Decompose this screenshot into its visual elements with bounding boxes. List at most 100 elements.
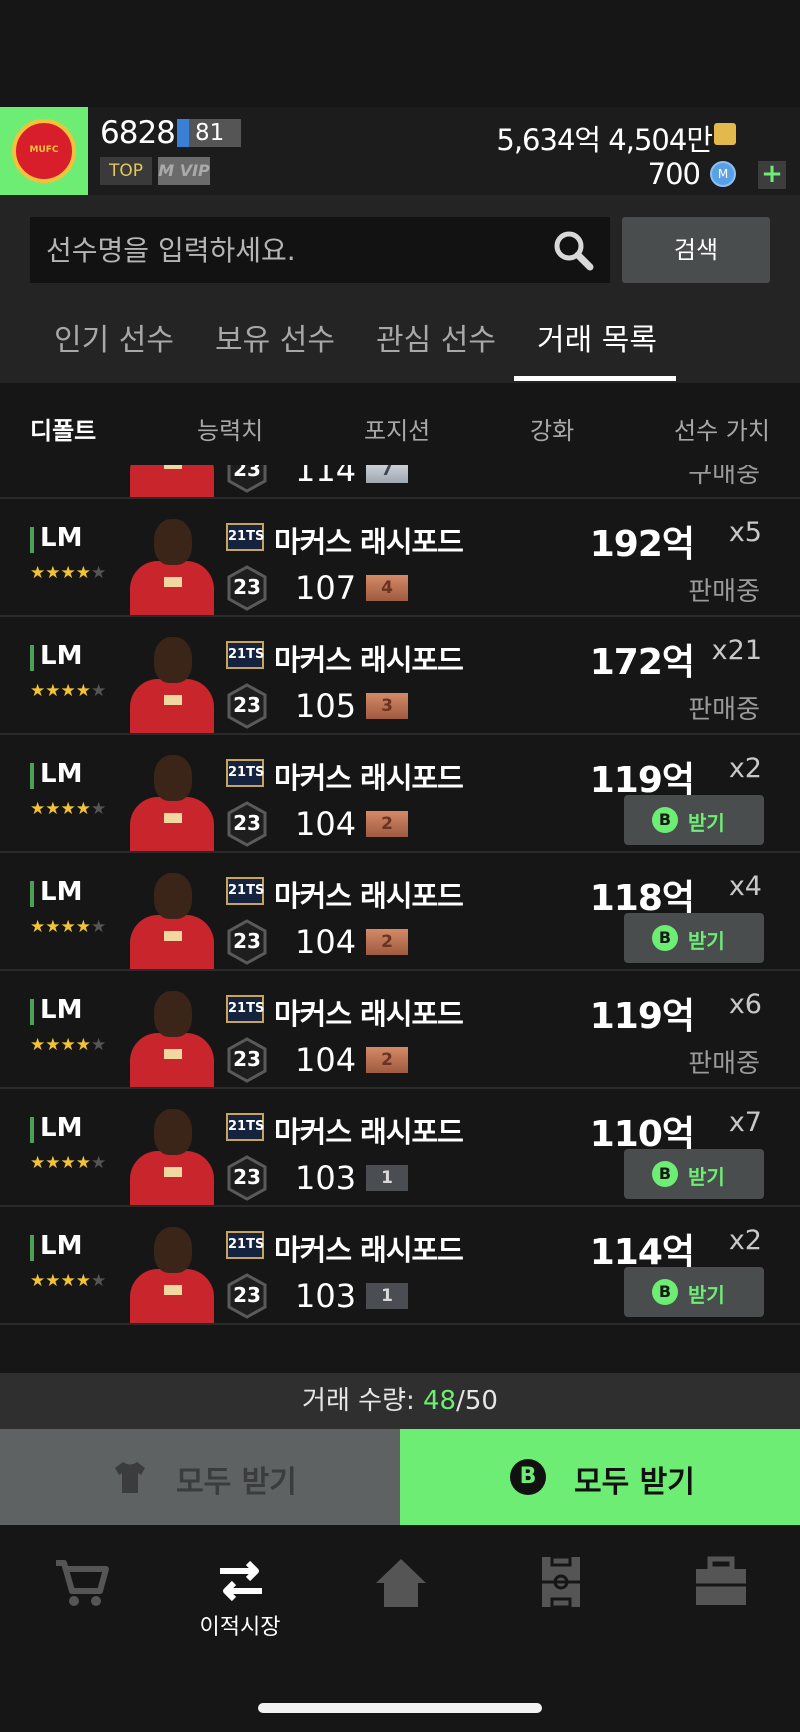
sort-default[interactable]: 디폴트 xyxy=(30,411,96,446)
player-shirt xyxy=(130,465,214,497)
trade-list: LM ★★★★★ 21TS 마커스 래시포드 23 114 7 5,440억 x… xyxy=(0,465,800,1373)
player-portrait xyxy=(128,465,216,497)
nav-club[interactable] xyxy=(670,1553,770,1643)
tab-owned-players[interactable]: 보유 선수 xyxy=(215,315,335,359)
player-portrait xyxy=(128,1105,216,1205)
position-color-bar xyxy=(30,763,34,789)
player-ovr: 103 xyxy=(295,1159,357,1197)
player-shirt xyxy=(130,1151,214,1205)
enhance-grade-badge: 1 xyxy=(366,1165,408,1191)
search-button[interactable]: 검색 xyxy=(622,217,770,283)
trade-price: 192억 xyxy=(589,524,695,565)
bottom-nav: 이적시장 xyxy=(0,1525,800,1732)
trade-price: 172억 xyxy=(589,642,695,683)
nav-squad[interactable] xyxy=(510,1553,610,1643)
player-portrait xyxy=(128,1223,216,1323)
top-tag: TOP xyxy=(100,157,152,185)
status-bar xyxy=(0,0,800,107)
level-value: 81 xyxy=(195,120,225,146)
trade-row[interactable]: LM ★★★★★ 21TS 마커스 래시포드 23 104 2 118억 x4 … xyxy=(0,853,800,971)
bp-icon: B xyxy=(652,1161,678,1187)
skill-stars: ★★★★★ xyxy=(30,799,107,819)
position-label: LM xyxy=(40,1113,83,1143)
receive-button[interactable]: B 받기 xyxy=(624,913,764,963)
position-color-bar xyxy=(30,1235,34,1261)
position-color-bar xyxy=(30,881,34,907)
receive-button[interactable]: B 받기 xyxy=(624,1267,764,1317)
receive-all-players-button[interactable]: 모두 받기 xyxy=(0,1429,400,1525)
position-label: LM xyxy=(40,759,83,789)
sort-player-value[interactable]: 선수 가치 xyxy=(674,411,770,446)
trade-status: 구매중 xyxy=(688,465,760,489)
receive-all-bp-button[interactable]: B 모두 받기 xyxy=(400,1429,800,1525)
trade-status: 판매중 xyxy=(688,695,760,725)
trade-row[interactable]: LM ★★★★★ 21TS 마커스 래시포드 23 104 2 119억 x6 … xyxy=(0,971,800,1089)
trade-row[interactable]: LM ★★★★★ 21TS 마커스 래시포드 23 103 1 110억 x7 … xyxy=(0,1089,800,1207)
position-color-bar xyxy=(30,999,34,1025)
season-badge: 21TS xyxy=(226,641,264,669)
shirt-sponsor xyxy=(164,465,182,469)
sort-ovr[interactable]: 능력치 xyxy=(197,411,263,446)
tab-trade-list[interactable]: 거래 목록 xyxy=(537,315,657,359)
bp-icon: B xyxy=(652,1279,678,1305)
shirt-sponsor xyxy=(164,1167,182,1177)
add-currency-button[interactable]: + xyxy=(758,161,786,189)
sort-position[interactable]: 포지션 xyxy=(364,411,430,446)
level-badge: 81 xyxy=(177,119,241,147)
player-portrait xyxy=(128,751,216,851)
season-badge: 21TS xyxy=(226,1231,264,1259)
position-color-bar xyxy=(30,1117,34,1143)
skill-stars: ★★★★★ xyxy=(30,1153,107,1173)
profile-bar: MUFC 6828 81 TOP M VIP 5,634억 4,504만 700… xyxy=(0,107,800,195)
trade-status: 판매중 xyxy=(688,577,760,607)
skill-stars: ★★★★★ xyxy=(30,681,107,701)
player-head xyxy=(154,637,192,683)
search-area: 검색 인기 선수 보유 선수 관심 선수 거래 목록 xyxy=(0,195,800,383)
nav-home[interactable] xyxy=(350,1553,450,1643)
receive-label: 받기 xyxy=(688,1165,725,1189)
trade-quantity: x5 xyxy=(728,517,762,548)
trade-quantity: x2 xyxy=(728,753,762,784)
search-icon[interactable] xyxy=(550,227,596,273)
salary-value: 23 xyxy=(233,465,261,481)
enhance-grade-badge: 7 xyxy=(366,465,408,483)
club-logo[interactable]: MUFC xyxy=(0,107,88,195)
sort-enhance[interactable]: 강화 xyxy=(530,411,574,446)
player-name: 마커스 래시포드 xyxy=(274,1115,464,1149)
home-icon xyxy=(376,1559,426,1607)
trade-row[interactable]: LM ★★★★★ 21TS 마커스 래시포드 23 103 1 114억 x2 … xyxy=(0,1207,800,1325)
receive-label: 받기 xyxy=(688,929,725,953)
enhance-grade-badge: 2 xyxy=(366,811,408,837)
shirt-sponsor xyxy=(164,1285,182,1295)
trade-quantity: x7 xyxy=(728,1107,762,1138)
enhance-grade-badge: 2 xyxy=(366,1047,408,1073)
pitch-icon xyxy=(542,1555,580,1609)
tab-watched-players[interactable]: 관심 선수 xyxy=(376,315,496,359)
bp-icon: B xyxy=(510,1459,546,1495)
receive-button[interactable]: B 받기 xyxy=(624,795,764,845)
bp-coin-icon xyxy=(714,123,736,145)
player-ovr: 104 xyxy=(295,805,357,843)
position-label: LM xyxy=(40,1231,83,1261)
nav-transfer-market-label: 이적시장 xyxy=(199,1615,281,1640)
salary-value: 23 xyxy=(233,575,261,599)
trade-row[interactable]: LM ★★★★★ 21TS 마커스 래시포드 23 104 2 119억 x2 … xyxy=(0,735,800,853)
trade-row[interactable]: LM ★★★★★ 21TS 마커스 래시포드 23 105 3 172억 x21… xyxy=(0,617,800,735)
tab-popular-players[interactable]: 인기 선수 xyxy=(54,315,174,359)
search-input[interactable] xyxy=(46,217,526,283)
player-shirt xyxy=(130,679,214,733)
player-head xyxy=(154,1227,192,1273)
nav-shop[interactable] xyxy=(30,1553,130,1643)
salary-value: 23 xyxy=(233,693,261,717)
trade-row[interactable]: LM ★★★★★ 21TS 마커스 래시포드 23 107 4 192억 x5 … xyxy=(0,499,800,617)
season-badge: 21TS xyxy=(226,759,264,787)
vip-tag: M VIP xyxy=(158,157,210,185)
bp-icon: B xyxy=(652,925,678,951)
skill-stars: ★★★★★ xyxy=(30,563,107,583)
receive-button[interactable]: B 받기 xyxy=(624,1149,764,1199)
position-label: LM xyxy=(40,641,83,671)
skill-stars: ★★★★★ xyxy=(30,917,107,937)
player-portrait xyxy=(128,633,216,733)
salary-value: 23 xyxy=(233,929,261,953)
trade-row[interactable]: LM ★★★★★ 21TS 마커스 래시포드 23 114 7 5,440억 x… xyxy=(0,465,800,499)
